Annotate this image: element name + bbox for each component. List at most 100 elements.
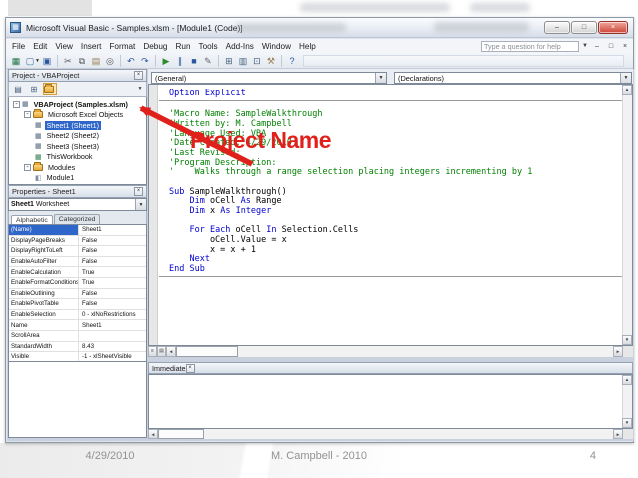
scroll-right-icon[interactable]: ►: [613, 346, 623, 357]
find-icon[interactable]: ◎: [103, 54, 117, 68]
scroll-up-icon[interactable]: ▲: [622, 375, 632, 385]
scrollbar-track[interactable]: [204, 429, 613, 439]
procedure-dropdown[interactable]: (Declarations) ▼: [394, 72, 632, 84]
reset-icon[interactable]: ■: [187, 54, 201, 68]
menu-item-file[interactable]: File: [8, 41, 29, 52]
menu-item-tools[interactable]: Tools: [195, 41, 222, 52]
scrollbar-thumb[interactable]: [158, 429, 204, 439]
tree-item-thisworkbook[interactable]: ▦ThisWorkbook: [9, 152, 146, 163]
property-name[interactable]: Visible: [9, 352, 79, 362]
property-value[interactable]: False: [79, 237, 97, 244]
run-icon[interactable]: ▶: [159, 54, 173, 68]
help-dropdown-icon[interactable]: ▼: [581, 43, 589, 49]
procedure-view-button[interactable]: ≡: [148, 346, 157, 357]
property-value[interactable]: False: [79, 258, 97, 265]
immediate-vertical-scrollbar[interactable]: ▲ ▼: [622, 375, 632, 428]
procedure-dropdown-icon[interactable]: ▼: [620, 73, 631, 83]
property-value[interactable]: 8.43: [79, 343, 94, 350]
scroll-down-icon[interactable]: ▼: [622, 335, 632, 345]
tree-item-modules[interactable]: -Modules: [9, 162, 146, 173]
property-name[interactable]: EnablePivotTable: [9, 299, 79, 309]
property-value[interactable]: True: [79, 269, 95, 276]
help-search-input[interactable]: [481, 41, 579, 52]
code-line[interactable]: Next: [169, 255, 622, 265]
minimize-button[interactable]: –: [544, 21, 570, 34]
code-vertical-scrollbar[interactable]: ▲ ▼: [622, 85, 632, 345]
code-line[interactable]: ' Walks through a range selection placin…: [169, 168, 622, 178]
view-code-icon[interactable]: ▤: [11, 83, 25, 95]
property-value[interactable]: True: [79, 279, 95, 286]
menu-item-edit[interactable]: Edit: [29, 41, 51, 52]
property-name[interactable]: DisplayRightToLeft: [9, 246, 79, 256]
property-row-standardwidth[interactable]: StandardWidth8.43: [9, 342, 146, 353]
menu-item-run[interactable]: Run: [171, 41, 194, 52]
toolbox-icon[interactable]: ⚒: [264, 54, 278, 68]
property-row-enableoutlining[interactable]: EnableOutliningFalse: [9, 289, 146, 300]
copy-icon[interactable]: ⧉: [75, 54, 89, 68]
property-name[interactable]: EnableCalculation: [9, 267, 79, 277]
immediate-window-body[interactable]: ▲ ▼: [148, 374, 633, 429]
object-selector-dropdown-icon[interactable]: ▼: [135, 199, 146, 210]
property-name[interactable]: EnableSelection: [9, 310, 79, 320]
property-value[interactable]: False: [79, 247, 97, 254]
scroll-left-icon[interactable]: ◄: [148, 429, 158, 439]
code-line[interactable]: Option Explicit: [169, 89, 622, 99]
tab-categorized[interactable]: Categorized: [54, 214, 101, 224]
object-dropdown-icon[interactable]: ▼: [375, 73, 386, 83]
scrollbar-track[interactable]: [238, 346, 613, 357]
property-row-scrollarea[interactable]: ScrollArea: [9, 331, 146, 342]
tree-item-vbaproject-samples-xlsm[interactable]: -▦VBAProject (Samples.xlsm): [9, 99, 146, 110]
maximize-button[interactable]: □: [571, 21, 597, 34]
redo-icon[interactable]: ↷: [138, 54, 152, 68]
menu-item-window[interactable]: Window: [258, 41, 295, 52]
property-row-enableautofilter[interactable]: EnableAutoFilterFalse: [9, 257, 146, 268]
tree-item-microsoft-excel-objects[interactable]: -Microsoft Excel Objects: [9, 110, 146, 121]
code-editor[interactable]: Option Explicit'Macro Name: SampleWalkth…: [148, 84, 633, 346]
property-row-name[interactable]: NameSheet1: [9, 320, 146, 331]
code-line[interactable]: x = x + 1: [169, 246, 622, 256]
property-name[interactable]: EnableOutlining: [9, 289, 79, 299]
property-row-enablepivottable[interactable]: EnablePivotTableFalse: [9, 299, 146, 310]
property-name[interactable]: EnableFormatConditions: [9, 278, 79, 288]
property-value[interactable]: Sheet1: [79, 322, 102, 329]
property-row-enablecalculation[interactable]: EnableCalculationTrue: [9, 267, 146, 278]
property-row-enableformatconditions[interactable]: EnableFormatConditionsTrue: [9, 278, 146, 289]
immediate-panel-close-button[interactable]: ×: [186, 364, 195, 373]
scroll-left-icon[interactable]: ◄: [166, 346, 176, 357]
design-mode-icon[interactable]: ✎: [201, 54, 215, 68]
break-icon[interactable]: ∥: [173, 54, 187, 68]
view-microsoft-excel-icon[interactable]: ▦: [9, 54, 23, 68]
menu-item-view[interactable]: View: [51, 41, 77, 52]
menu-item-insert[interactable]: Insert: [77, 41, 105, 52]
scroll-down-icon[interactable]: ▼: [622, 418, 632, 428]
cut-icon[interactable]: ✂: [61, 54, 75, 68]
scroll-up-icon[interactable]: ▲: [622, 85, 632, 95]
property-row-enableselection[interactable]: EnableSelection0 - xlNoRestrictions: [9, 310, 146, 321]
code-line[interactable]: Dim x As Integer: [169, 207, 622, 217]
property-value[interactable]: -1 - xlSheetVisible: [79, 353, 132, 360]
property-name[interactable]: EnableAutoFilter: [9, 257, 79, 267]
expander-icon[interactable]: -: [24, 111, 31, 118]
expander-icon[interactable]: -: [24, 164, 31, 171]
object-browser-icon[interactable]: ⊡: [250, 54, 264, 68]
toggle-folders-icon[interactable]: [43, 83, 57, 95]
scroll-right-icon[interactable]: ►: [613, 429, 623, 439]
properties-object-selector[interactable]: Sheet1 Worksheet ▼: [8, 198, 147, 211]
property-name[interactable]: DisplayPageBreaks: [9, 236, 79, 246]
mdi-close-button[interactable]: ×: [619, 41, 631, 52]
property-row-displaypagebreaks[interactable]: DisplayPageBreaksFalse: [9, 236, 146, 247]
property-row-displayrighttoleft[interactable]: DisplayRightToLeftFalse: [9, 246, 146, 257]
view-object-icon[interactable]: ⊞: [27, 83, 41, 95]
properties-panel-close-button[interactable]: ×: [134, 187, 143, 196]
undo-icon[interactable]: ↶: [124, 54, 138, 68]
project-explorer-icon[interactable]: ⊞: [222, 54, 236, 68]
save-icon[interactable]: ▣: [40, 54, 54, 68]
property-row-name[interactable]: (Name)Sheet1: [9, 225, 146, 236]
code-line[interactable]: End Sub: [169, 265, 622, 275]
help-icon[interactable]: ?: [285, 54, 299, 68]
tree-item-sheet1-sheet1[interactable]: ▦Sheet1 (Sheet1): [9, 120, 146, 131]
tree-item-sheet3-sheet3[interactable]: ▦Sheet3 (Sheet3): [9, 141, 146, 152]
mdi-minimize-button[interactable]: –: [591, 41, 603, 52]
property-value[interactable]: 0 - xlNoRestrictions: [79, 311, 136, 318]
property-name[interactable]: Name: [9, 320, 79, 330]
